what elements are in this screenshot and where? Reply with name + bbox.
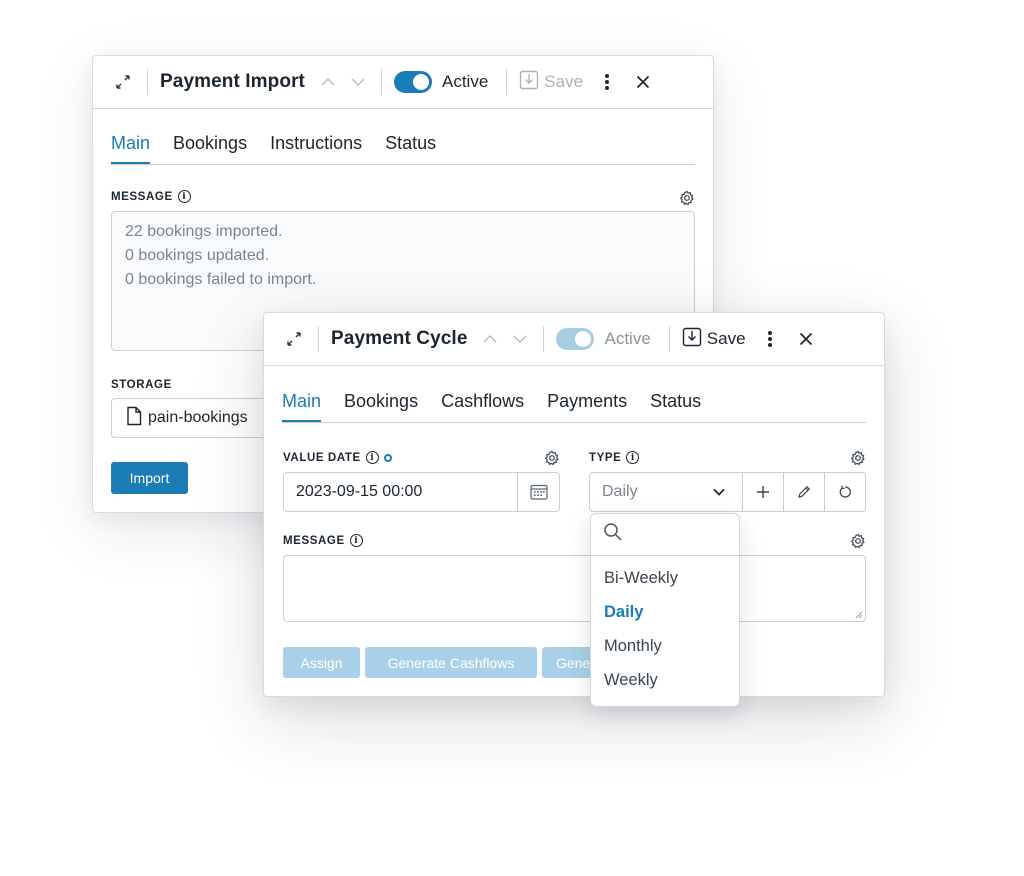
tab-main[interactable]: Main: [282, 391, 322, 422]
divider: [668, 326, 670, 352]
type-field-label: TYPE i: [589, 451, 640, 464]
storage-field-label: STORAGE: [111, 379, 172, 391]
tab-cashflows[interactable]: Cashflows: [441, 391, 524, 422]
active-toggle[interactable]: [394, 71, 432, 93]
tab-instructions[interactable]: Instructions: [270, 133, 362, 164]
import-button[interactable]: Import: [111, 462, 188, 494]
close-icon[interactable]: [794, 327, 818, 351]
expand-icon[interactable]: [111, 70, 135, 94]
chevron-down-icon[interactable]: [706, 485, 732, 499]
resize-handle-icon[interactable]: [855, 611, 863, 619]
plus-icon[interactable]: [742, 473, 783, 511]
payment-cycle-window: Payment Cycle Active Save Main Bookings …: [263, 312, 885, 697]
info-icon[interactable]: i: [365, 451, 379, 464]
more-options-icon[interactable]: [760, 327, 780, 351]
chevron-down-icon[interactable]: [347, 71, 369, 93]
info-icon[interactable]: i: [349, 534, 363, 547]
value-date-label-text: VALUE DATE: [283, 451, 361, 464]
save-icon: [519, 70, 539, 95]
divider: [506, 69, 508, 95]
window-titlebar: Payment Import Active Save: [93, 56, 713, 109]
active-label: Active: [442, 72, 489, 91]
window-title: Payment Import: [160, 71, 305, 92]
dropdown-option-monthly[interactable]: Monthly: [591, 629, 739, 663]
value-date-field-label: VALUE DATE i: [283, 451, 392, 464]
chevron-down-icon[interactable]: [509, 328, 531, 350]
active-label: Active: [604, 329, 651, 348]
calendar-icon[interactable]: [517, 473, 559, 511]
tab-status[interactable]: Status: [650, 391, 701, 422]
divider: [543, 326, 545, 352]
dropdown-search[interactable]: [591, 514, 739, 556]
dropdown-option-bi-weekly[interactable]: Bi-Weekly: [591, 561, 739, 595]
message-line: 0 bookings updated.: [125, 247, 270, 264]
dropdown-option-daily[interactable]: Daily: [591, 595, 739, 629]
dropdown-option-weekly[interactable]: Weekly: [591, 663, 739, 697]
message-label-text: MESSAGE: [283, 534, 345, 547]
message-textarea[interactable]: [283, 555, 866, 622]
save-label: Save: [544, 72, 584, 91]
window-titlebar: Payment Cycle Active Save: [264, 313, 884, 366]
tab-bar: Main Bookings Cashflows Payments Status: [282, 381, 866, 423]
required-indicator: [383, 453, 392, 462]
save-label: Save: [706, 329, 746, 348]
file-icon: [126, 406, 142, 431]
pencil-icon[interactable]: [783, 473, 824, 511]
storage-label-text: STORAGE: [111, 379, 172, 391]
type-select[interactable]: Daily: [589, 472, 866, 512]
tab-status[interactable]: Status: [385, 133, 436, 164]
chevron-up-icon[interactable]: [479, 328, 501, 350]
type-selected-value: Daily: [602, 483, 638, 500]
message-field-label: MESSAGE i: [111, 190, 191, 203]
close-icon[interactable]: [631, 70, 655, 94]
expand-icon[interactable]: [282, 327, 306, 351]
search-icon: [603, 522, 623, 547]
generate-cashflows-button[interactable]: Generate Cashflows: [365, 647, 537, 678]
tab-main[interactable]: Main: [111, 133, 151, 164]
type-dropdown-menu: Bi-Weekly Daily Monthly Weekly: [590, 513, 740, 707]
tab-bookings[interactable]: Bookings: [344, 391, 418, 422]
divider: [318, 326, 319, 352]
message-field-label: MESSAGE i: [283, 534, 363, 547]
value-date-value: 2023-09-15 00:00: [296, 483, 423, 500]
info-icon[interactable]: i: [177, 190, 191, 203]
message-line: 22 bookings imported.: [125, 223, 283, 240]
tab-bookings[interactable]: Bookings: [173, 133, 247, 164]
gear-icon[interactable]: [850, 533, 866, 549]
gear-icon[interactable]: [679, 190, 695, 206]
more-options-icon[interactable]: [597, 70, 617, 94]
window-title: Payment Cycle: [331, 328, 468, 349]
divider: [381, 69, 382, 95]
gear-icon[interactable]: [850, 450, 866, 466]
message-label-text: MESSAGE: [111, 190, 173, 203]
assign-button[interactable]: Assign: [283, 647, 360, 678]
divider: [147, 69, 148, 95]
chevron-up-icon[interactable]: [317, 71, 339, 93]
save-icon: [682, 327, 702, 352]
tab-payments[interactable]: Payments: [547, 391, 627, 422]
active-toggle[interactable]: [556, 328, 595, 350]
tab-bar: Main Bookings Instructions Status: [111, 123, 695, 165]
message-line: 0 bookings failed to import.: [125, 271, 317, 288]
value-date-input[interactable]: 2023-09-15 00:00: [283, 472, 560, 512]
save-button[interactable]: Save: [519, 70, 583, 95]
type-label-text: TYPE: [589, 451, 622, 464]
reset-icon[interactable]: [824, 473, 865, 511]
gear-icon[interactable]: [544, 450, 560, 466]
info-icon[interactable]: i: [626, 451, 640, 464]
save-button[interactable]: Save: [682, 327, 746, 352]
